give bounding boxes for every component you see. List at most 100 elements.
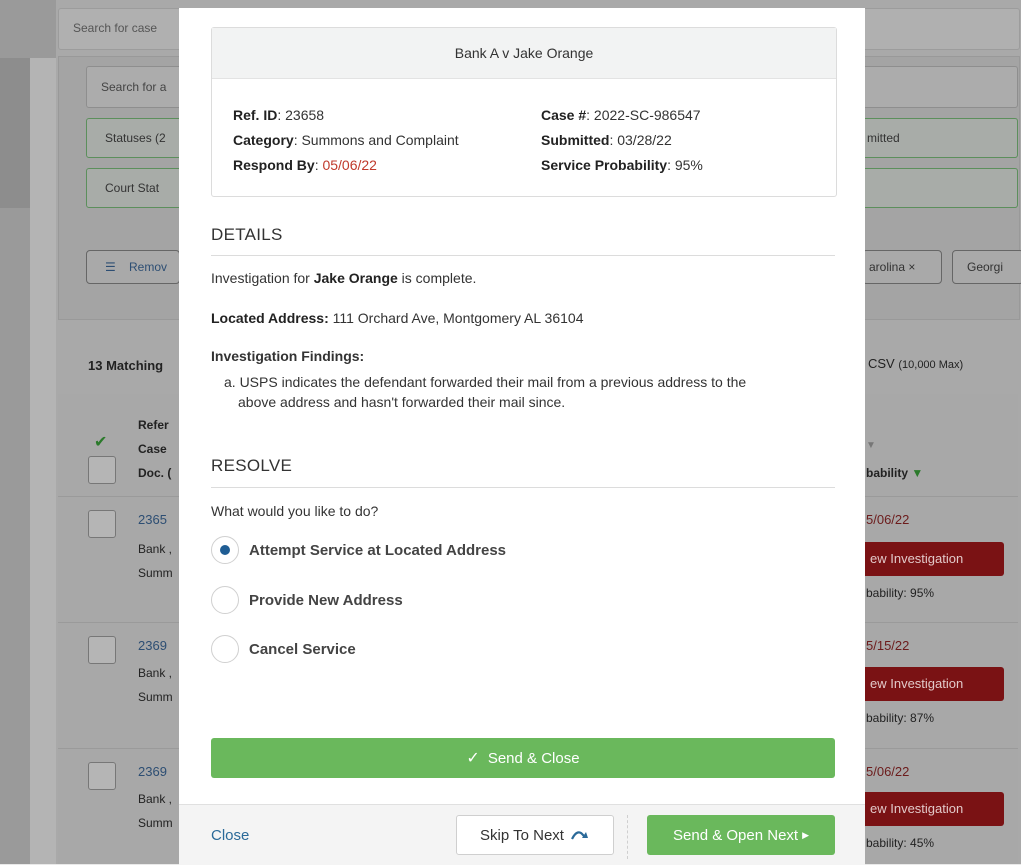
service-prob-row: Service Probability: 95% [541,153,703,178]
row-probability: bability: 95% [866,586,935,600]
skip-to-next-button[interactable]: Skip To Next [456,815,614,855]
investigation-status: Investigation for Jake Orange is complet… [211,270,476,286]
radio-unselected-icon[interactable] [211,586,239,614]
check-icon: ✓ [466,750,480,767]
chip-label: arolina × [869,260,916,274]
review-investigation-button[interactable]: ew Investigation [858,542,1004,576]
row-ref-link[interactable]: 2369 [138,764,167,779]
case-summary-card: Bank A v Jake Orange Ref. ID: 23658 Cate… [211,27,837,197]
row-probability: bability: 87% [866,711,935,725]
category-value: : Summons and Complaint [293,132,459,148]
case-title: Bank A v Jake Orange [212,28,836,79]
row-doc-line: Summ [138,690,173,704]
service-prob-label: Service Probability [541,157,668,173]
skip-to-next-label: Skip To Next [480,826,564,844]
select-all-check-icon: ✔ [94,434,108,451]
send-open-next-label: Send & Open Next [673,826,799,844]
header-probability[interactable]: bability ▼ [866,466,923,480]
send-open-next-button[interactable]: Send & Open Next ▶ [647,815,835,855]
respond-by-row: Respond By: 05/06/22 [233,153,459,178]
send-close-button[interactable]: ✓ Send & Close [211,738,835,778]
sort-down-icon: ▼ [911,466,924,480]
findings-heading: Investigation Findings: [211,348,365,364]
option-label: Provide New Address [249,591,403,609]
category-row: Category: Summons and Complaint [233,128,459,153]
review-investigation-button[interactable]: ew Investigation [858,792,1004,826]
left-nav [0,0,56,864]
export-csv-label: CSV [868,356,895,371]
remove-button-label: Remov [129,260,168,274]
filter-chip-georgia[interactable]: Georgi [952,250,1021,284]
service-prob-value: : 95% [667,157,703,173]
filter-icon: ☰ [105,260,116,274]
radio-unselected-icon[interactable] [211,635,239,663]
panel-search-placeholder: Search for a [101,80,167,94]
submitted-label: Submitted [541,132,610,148]
chip-label: Georgi [967,260,1004,274]
located-address-value: 111 Orchard Ave, Montgomery AL 36104 [328,310,584,326]
option-attempt-service[interactable]: Attempt Service at Located Address [211,535,506,565]
case-info-right: Case #: 2022-SC-986547 Submitted: 03/28/… [541,103,703,178]
finding-line1: a. USPS indicates the defendant forwarde… [224,374,747,390]
respond-by-label: Respond By [233,157,315,173]
row-checkbox[interactable] [88,510,116,538]
row-doc-line: Summ [138,566,173,580]
investigation-modal: Bank A v Jake Orange Ref. ID: 23658 Cate… [179,8,865,865]
review-investigation-button[interactable]: ew Investigation [858,667,1004,701]
statuses-filter-label: Statuses (2 [105,131,166,145]
case-no-row: Case #: 2022-SC-986547 [541,103,703,128]
header-col1-line3: Doc. ( [138,466,172,480]
ref-id-value: : 23658 [277,107,325,123]
resolve-heading: RESOLVE [211,456,293,475]
row-respond-date: 5/06/22 [866,764,910,779]
select-all-checkbox[interactable] [88,456,116,484]
row-case-line: Bank , [138,666,173,680]
located-address-label: Located Address: [211,310,329,326]
review-investigation-label: ew Investigation [870,676,964,691]
finding-item: a. USPS indicates the defendant forwarde… [224,372,844,412]
option-provide-new-address[interactable]: Provide New Address [211,585,403,615]
submitted-value: : 03/28/22 [609,132,672,148]
header-probability-label: bability [866,466,909,480]
close-link[interactable]: Close [211,827,249,844]
top-search-placeholder: Search for case [73,21,158,35]
review-investigation-label: ew Investigation [870,801,964,816]
send-close-label: Send & Close [487,749,580,767]
row-ref-link[interactable]: 2365 [138,512,167,527]
respond-by-date: 05/06/22 [322,157,377,173]
resolve-question: What would you like to do? [211,503,379,519]
export-limit: (10,000 Max) [898,359,964,371]
row-probability: bability: 45% [866,836,935,850]
row-respond-date: 5/15/22 [866,638,910,653]
row-respond-date: 5/06/22 [866,512,910,527]
nav-stripe [0,58,30,208]
row-checkbox[interactable] [88,762,116,790]
ref-id-row: Ref. ID: 23658 [233,103,459,128]
defendant-name: Jake Orange [313,270,398,286]
row-case-line: Bank , [138,792,173,806]
caret-right-icon: ▶ [802,829,809,840]
remove-filters-button[interactable]: ☰ Remov [86,250,180,284]
case-info-left: Ref. ID: 23658 Category: Summons and Com… [233,103,459,178]
court-state-filter-label: Court Stat [105,181,160,195]
row-ref-link[interactable]: 2369 [138,638,167,653]
review-investigation-label: ew Investigation [870,551,964,566]
header-col1-line1: Refer [138,418,169,432]
modal-footer: Close Skip To Next Send & Open Next ▶ [179,804,865,865]
option-cancel-service[interactable]: Cancel Service [211,634,356,664]
located-address: Located Address: 111 Orchard Ave, Montgo… [211,310,583,326]
submitted-filter-label: mitted [867,131,900,145]
export-csv-link[interactable]: CSV (10,000 Max) [868,356,963,371]
submitted-row: Submitted: 03/28/22 [541,128,703,153]
category-label: Category [233,132,294,148]
investigation-pre: Investigation for [211,270,314,286]
radio-selected-icon[interactable] [211,536,239,564]
filter-chip-carolina[interactable]: arolina × [862,250,942,284]
case-no-label: Case # [541,107,587,123]
footer-divider [627,815,628,859]
matching-count: 13 Matching [88,358,164,373]
finding-line2: above address and hasn't forwarded their… [238,394,566,410]
row-checkbox[interactable] [88,636,116,664]
row-doc-line: Summ [138,816,173,830]
nav-rail [30,58,56,864]
